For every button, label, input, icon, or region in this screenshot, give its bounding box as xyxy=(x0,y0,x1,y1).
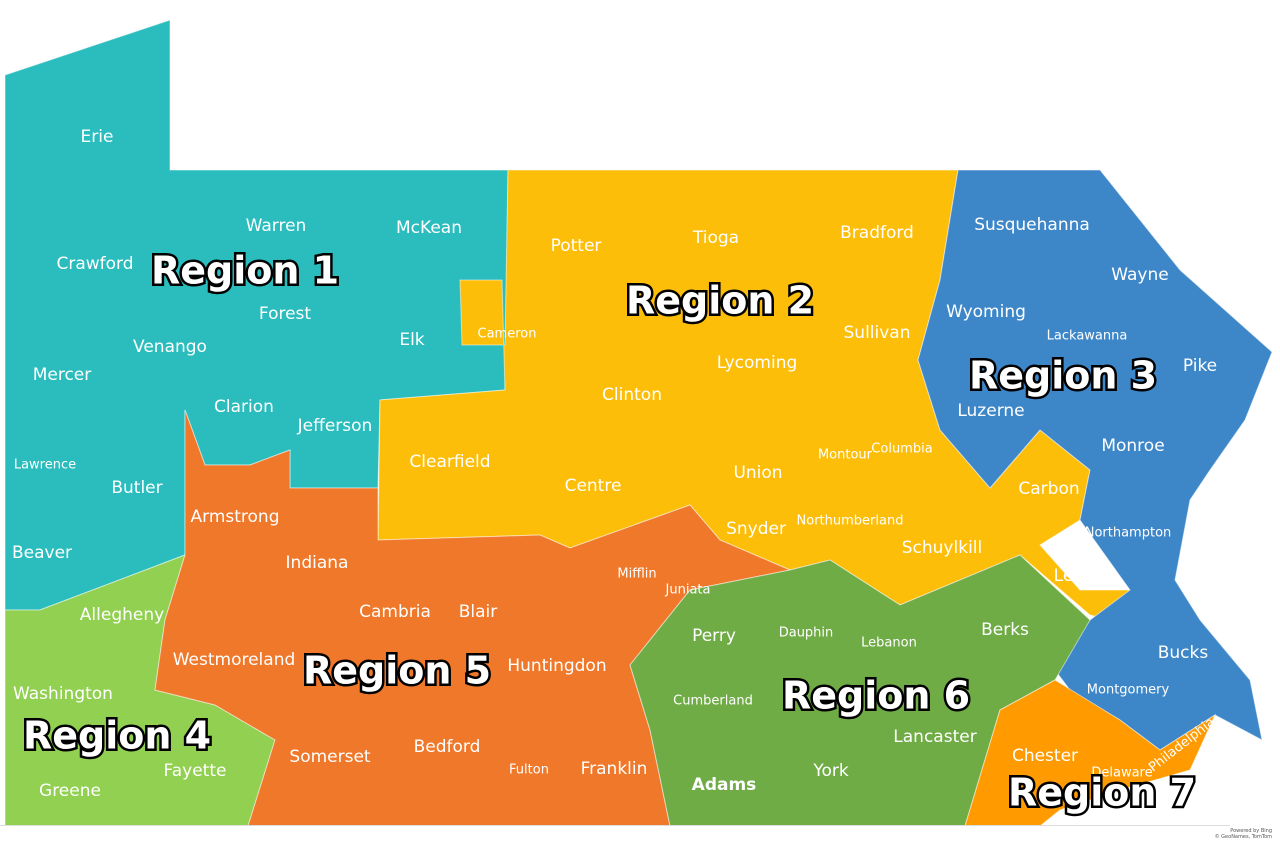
county-label-butler: Butler xyxy=(111,478,162,498)
county-label-blair: Blair xyxy=(459,602,498,622)
county-label-fayette: Fayette xyxy=(164,761,227,781)
county-label-centre: Centre xyxy=(565,476,622,496)
county-label-warren: Warren xyxy=(246,216,307,236)
county-label-northampton: Northampton xyxy=(1085,526,1172,541)
county-label-armstrong: Armstrong xyxy=(191,507,280,527)
pennsylvania-regions-map: Erie Warren McKean Crawford Forest Elk Mercer V… xyxy=(0,0,1280,846)
county-label-cambria: Cambria xyxy=(359,602,431,622)
county-label-mercer: Mercer xyxy=(33,365,92,385)
county-label-somerset: Somerset xyxy=(289,747,371,767)
region-6-label: Region 6 xyxy=(782,674,970,718)
county-label-crawford: Crawford xyxy=(56,254,133,274)
region-7-label: Region 7 xyxy=(1008,771,1196,815)
county-label-mifflin: Mifflin xyxy=(617,567,656,582)
county-label-york: York xyxy=(812,761,849,781)
county-label-westmoreland: Westmoreland xyxy=(173,650,296,670)
county-label-bucks: Bucks xyxy=(1158,643,1209,663)
county-label-sullivan: Sullivan xyxy=(844,323,911,343)
county-label-monroe: Monroe xyxy=(1101,436,1164,456)
county-label-lebanon: Lebanon xyxy=(861,636,917,651)
county-label-perry: Perry xyxy=(692,626,736,646)
county-label-greene: Greene xyxy=(39,781,101,801)
county-label-montour: Montour xyxy=(818,448,873,463)
county-label-wayne: Wayne xyxy=(1111,265,1168,285)
county-label-lehigh: Lehigh xyxy=(1054,566,1111,586)
county-label-luzerne: Luzerne xyxy=(957,401,1024,421)
county-label-snyder: Snyder xyxy=(726,519,786,539)
county-label-bradford: Bradford xyxy=(840,223,914,243)
county-label-indiana: Indiana xyxy=(286,553,349,573)
county-label-clinton: Clinton xyxy=(602,385,662,405)
county-label-northumberland: Northumberland xyxy=(797,514,904,529)
county-label-tioga: Tioga xyxy=(692,228,739,248)
county-label-lackawanna: Lackawanna xyxy=(1047,329,1128,344)
county-label-jefferson: Jefferson xyxy=(297,416,373,436)
county-label-schuylkill: Schuylkill xyxy=(902,538,982,558)
region-1-label: Region 1 xyxy=(151,249,339,293)
attribution-copyright: © GeoNames, TomTom xyxy=(1214,834,1272,840)
county-label-franklin: Franklin xyxy=(581,759,648,779)
region-3-label: Region 3 xyxy=(969,354,1157,398)
county-label-washington: Washington xyxy=(13,684,113,704)
county-label-adams: Adams xyxy=(692,775,757,795)
county-label-montgomery: Montgomery xyxy=(1087,683,1170,698)
county-label-dauphin: Dauphin xyxy=(779,626,834,641)
county-label-lancaster: Lancaster xyxy=(893,727,976,747)
county-label-fulton: Fulton xyxy=(509,763,549,778)
county-label-lawrence: Lawrence xyxy=(14,458,76,473)
county-label-pike: Pike xyxy=(1183,356,1217,376)
region-2-label: Region 2 xyxy=(626,279,814,323)
county-label-susquehanna: Susquehanna xyxy=(974,215,1090,235)
attribution: Powered by Bing © GeoNames, TomTom xyxy=(1215,828,1272,840)
county-label-potter: Potter xyxy=(551,236,602,256)
county-label-huntingdon: Huntingdon xyxy=(507,656,606,676)
county-label-allegheny: Allegheny xyxy=(80,605,164,625)
county-label-cumberland: Cumberland xyxy=(673,694,753,709)
county-label-forest: Forest xyxy=(259,304,312,324)
county-label-elk: Elk xyxy=(399,330,424,350)
county-label-berks: Berks xyxy=(981,620,1029,640)
county-label-mckean: McKean xyxy=(396,218,462,238)
county-label-clearfield: Clearfield xyxy=(409,452,490,472)
county-label-wyoming: Wyoming xyxy=(946,302,1026,322)
map-bottom-edge xyxy=(0,825,1230,826)
county-label-carbon: Carbon xyxy=(1018,479,1079,499)
county-label-cameron: Cameron xyxy=(478,327,537,342)
county-label-beaver: Beaver xyxy=(12,543,72,563)
county-label-union: Union xyxy=(733,463,782,483)
county-label-venango: Venango xyxy=(133,337,207,357)
county-label-bedford: Bedford xyxy=(414,737,481,757)
region-5-label: Region 5 xyxy=(303,649,491,693)
region-4-label: Region 4 xyxy=(23,714,211,758)
county-label-erie: Erie xyxy=(81,127,114,147)
county-label-juniata: Juniata xyxy=(665,583,711,598)
map-canvas: Erie Warren McKean Crawford Forest Elk Mercer V… xyxy=(4,19,1273,827)
county-label-clarion: Clarion xyxy=(214,397,274,417)
county-label-chester: Chester xyxy=(1012,746,1078,766)
county-label-columbia: Columbia xyxy=(871,442,932,457)
county-label-lycoming: Lycoming xyxy=(717,353,798,373)
